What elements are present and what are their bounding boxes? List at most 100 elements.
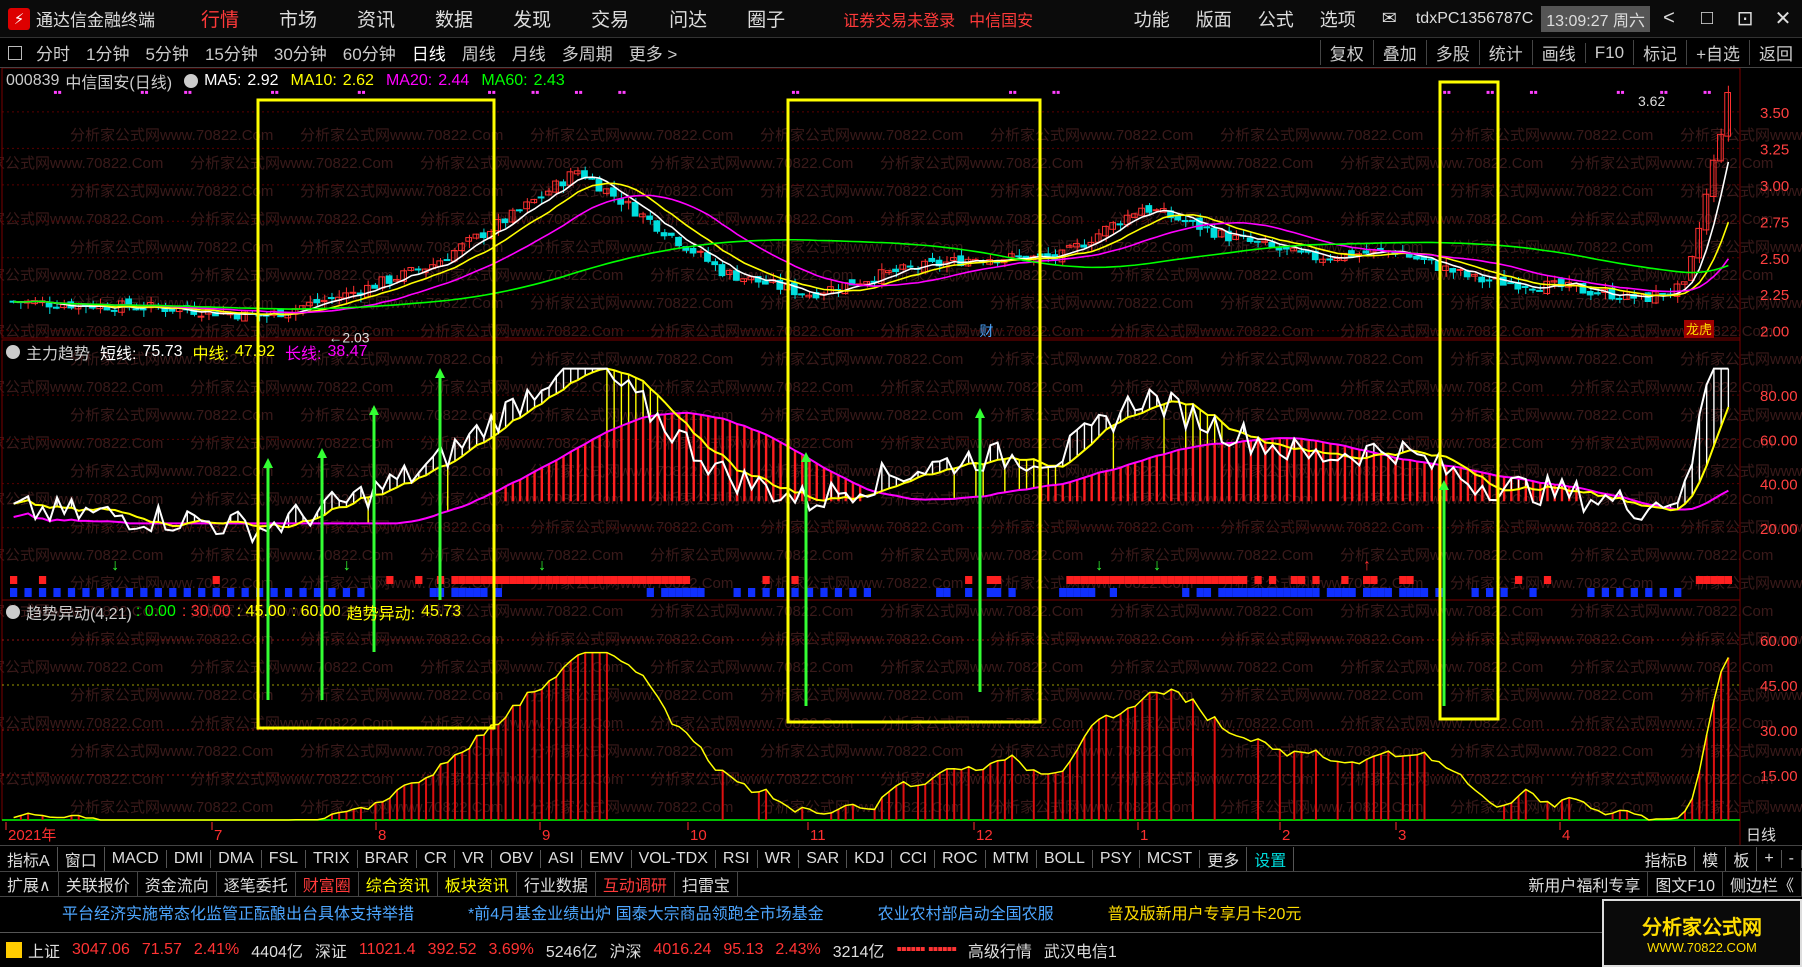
tool-rights[interactable]: 复权 [1319,40,1373,65]
indicator-tab[interactable]: PSY [1093,849,1140,868]
sub-tab-right[interactable]: 侧边栏《 [1723,872,1802,896]
sub-tab[interactable]: 资金流向 [138,872,217,896]
indicator-tab[interactable]: ROC [935,849,986,868]
tool-stats[interactable]: 统计 [1478,40,1532,65]
settings-dot-icon[interactable] [6,345,20,359]
indicator1-header: 主力趋势 短线: 75.73 中线: 47.92 长线: 38.47 [0,340,374,364]
period-tab[interactable]: 月线 [504,40,554,65]
minimize-icon[interactable]: □ [1688,7,1726,30]
sub-tab[interactable]: 扩展∧ [0,872,59,896]
sub-tab[interactable]: 关联报价 [59,872,138,896]
menu-market[interactable]: 市场 [259,5,337,32]
indicator-tab[interactable]: TRIX [306,849,358,868]
menu-discover[interactable]: 发现 [493,5,571,32]
market-breadth-bars: ▪▪▪▪▪▪ ▪▪▪▪▪▪ [896,941,957,958]
tool-multi[interactable]: 多股 [1425,40,1479,65]
hs-name[interactable]: 沪深 [609,938,641,962]
promo-item[interactable]: 普及版新用户专享月卡20元 [1108,900,1302,924]
sub-tab[interactable]: 行业数据 [517,872,596,896]
menu-layout[interactable]: 版面 [1183,6,1245,32]
menu-quotes[interactable]: 行情 [181,5,259,32]
indicator-tab[interactable]: OBV [492,849,542,868]
sz-name[interactable]: 深证 [315,938,347,962]
indicator-tab[interactable]: ASI [541,849,582,868]
indicator-tab[interactable]: MTM [986,849,1037,868]
menu-trade[interactable]: 交易 [571,5,649,32]
indicator-tab[interactable]: MACD [105,849,167,868]
sh-name[interactable]: 上证 [28,938,60,962]
tool-f10[interactable]: F10 [1584,42,1633,63]
indicator-right-tab[interactable]: 模 [1695,846,1727,871]
tool-draw[interactable]: 画线 [1531,40,1585,65]
back-icon[interactable]: < [1650,7,1688,30]
indicator-tab[interactable]: SAR [799,849,848,868]
sub-tab[interactable]: 综合资讯 [359,872,438,896]
indicator-tab[interactable]: FSL [262,849,307,868]
sub-tab-right[interactable]: 图文F10 [1648,872,1723,896]
period-tab[interactable]: 30分钟 [266,40,335,65]
period-tab[interactable]: 分时 [28,40,78,65]
indicator-tab[interactable]: CCI [892,849,935,868]
indicator-tab[interactable]: VR [455,849,493,868]
menu-data[interactable]: 数据 [415,5,493,32]
indicator-tab[interactable]: MCST [1140,849,1201,868]
menu-wenda[interactable]: 问达 [649,5,727,32]
news-item[interactable]: 平台经济实施常态化监管正酝酿出台具体支持举措 [62,900,414,924]
period-tab-more[interactable]: 更多 > [621,40,686,65]
news-item[interactable]: *前4月基金业绩出炉 国泰大宗商品领跑全市场基金 [468,900,824,924]
news-item[interactable]: 农业农村部启动全国农服 [878,900,1054,924]
mail-icon[interactable]: ✉ [1369,8,1410,29]
indicator-right-tab[interactable]: 板 [1726,846,1758,871]
tool-back[interactable]: 返回 [1749,40,1802,65]
period-tab[interactable]: 多周期 [554,40,621,65]
bg-watermark-text: 分析家公式网www.70822.Com [760,407,963,424]
indicator-tab[interactable]: 窗口 [58,846,105,871]
indicator-right-tab[interactable]: + [1757,849,1782,868]
period-tab[interactable]: 60分钟 [335,40,404,65]
indicator-tab[interactable]: KDJ [847,849,893,868]
close-icon[interactable]: ✕ [1764,6,1802,31]
indicator-tab[interactable]: BRAR [358,849,417,868]
period-tab[interactable]: 周线 [454,40,504,65]
kline-chart-area[interactable]: 分析家公式网www.70822.Com 分析家公式网www.70822.Com 分析… [0,68,1802,845]
sub-tab[interactable]: 财富圈 [296,872,359,896]
tool-add-watch[interactable]: +自选 [1686,40,1749,65]
menu-circle[interactable]: 圈子 [727,5,805,32]
tool-mark[interactable]: 标记 [1633,40,1686,65]
period-tab[interactable]: 1分钟 [78,40,137,65]
settings-dot-icon[interactable] [184,74,199,88]
period-tab[interactable]: 15分钟 [197,40,266,65]
indicator-tab[interactable]: RSI [716,849,758,868]
sub-tab-right[interactable]: 新用户福利专享 [1521,872,1649,896]
sub-tab[interactable]: 逐笔委托 [217,872,296,896]
indicator-tab[interactable]: CR [417,849,456,868]
indicator-tab[interactable]: DMA [211,849,262,868]
menu-options[interactable]: 选项 [1307,6,1369,32]
indicator-tab[interactable]: EMV [582,849,632,868]
period-tab-daily[interactable]: 日线 [404,40,454,65]
tool-overlay[interactable]: 叠加 [1372,40,1426,65]
sub-tab[interactable]: 板块资讯 [438,872,517,896]
indicator-tab[interactable]: VOL-TDX [632,849,716,868]
bg-watermark-text: 分析家公式网www.70822.Com [0,379,163,396]
login-status[interactable]: 证券交易未登录 [843,7,955,31]
sub-tab[interactable]: 互动调研 [596,872,675,896]
indicator-tab[interactable]: 设置 [1247,846,1295,871]
indicator-right-tab[interactable]: - [1782,849,1802,868]
indicator-tab[interactable]: 更多 [1200,846,1248,871]
sub-tab[interactable]: 扫雷宝 [675,872,738,896]
period-tab[interactable]: 5分钟 [137,40,196,65]
settings-dot-icon[interactable] [6,605,20,619]
indicator-tab[interactable]: DMI [167,849,212,868]
quote-level[interactable]: 高级行情 [968,938,1032,962]
indicator-tab[interactable]: BOLL [1037,849,1093,868]
indicator-right-tab[interactable]: 指标B [1638,846,1696,871]
indicator-tab[interactable]: WR [758,849,800,868]
menu-news[interactable]: 资讯 [337,5,415,32]
restore-icon[interactable]: ⊡ [1726,6,1764,31]
menu-function[interactable]: 功能 [1121,6,1183,32]
menu-formula[interactable]: 公式 [1245,6,1307,32]
server-name[interactable]: 武汉电信1 [1044,938,1117,962]
panel-toggle-icon[interactable] [8,45,22,60]
indicator-tab[interactable]: 指标A [0,846,58,871]
